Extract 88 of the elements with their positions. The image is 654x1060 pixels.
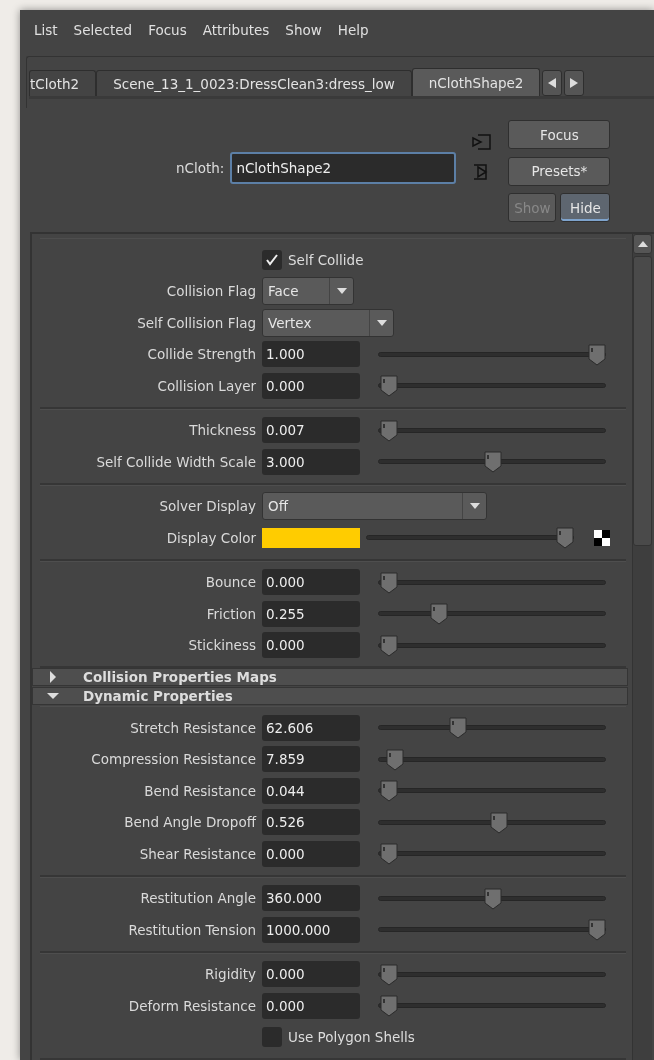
value-field[interactable]: 0.007: [262, 417, 360, 444]
attribute-label: Compression Resistance: [90, 751, 256, 768]
value-field[interactable]: 360.000: [262, 885, 360, 912]
triangle-up-icon[interactable]: [637, 241, 648, 247]
slider-handle[interactable]: [483, 887, 503, 910]
slider-handle[interactable]: [379, 571, 399, 594]
caret-icon: [469, 503, 480, 510]
tab[interactable]: nClothShape2: [411, 68, 541, 96]
attribute-label: Friction: [205, 605, 256, 622]
slider-handle[interactable]: [379, 963, 399, 986]
slider-handle[interactable]: [379, 843, 399, 866]
slider-handle[interactable]: [379, 419, 399, 442]
attribute-label: Bend Angle Dropoff: [123, 814, 256, 831]
attribute-label: Restitution Tension: [127, 921, 256, 938]
menu-item[interactable]: Show: [277, 22, 330, 38]
arrow-bracket-icon[interactable]: [472, 132, 493, 152]
value-field[interactable]: 0.000: [262, 840, 360, 867]
value-field[interactable]: 0.526: [262, 809, 360, 836]
scroll-left-button[interactable]: [542, 70, 563, 96]
value-field[interactable]: 3.000: [262, 448, 360, 475]
slider-handle[interactable]: [483, 451, 503, 474]
checkbox-label: Use Polygon Shells: [288, 1029, 415, 1046]
dropdown[interactable]: Vertex: [262, 308, 394, 337]
value-field[interactable]: 62.606: [262, 714, 360, 741]
slider-handle[interactable]: [379, 634, 399, 657]
attribute-label: Collide Strength: [146, 346, 256, 363]
attribute-label: Collision Flag: [165, 283, 256, 300]
attribute-label: Restitution Angle: [139, 890, 256, 907]
section-header[interactable]: Collision Properties Maps: [32, 668, 628, 686]
button[interactable]: Focus: [508, 120, 611, 149]
attribute-label: Collision Layer: [156, 377, 256, 394]
attribute-label: Self Collision Flag: [136, 314, 256, 331]
slider-handle[interactable]: [385, 748, 406, 771]
attribute-label: Self Collide Width Scale: [95, 453, 256, 470]
value-field[interactable]: 0.000: [262, 569, 360, 596]
dropdown[interactable]: Face: [262, 277, 354, 306]
triangle-left-icon: [548, 78, 557, 88]
caret-icon: [376, 319, 387, 326]
checker-icon[interactable]: [594, 529, 610, 546]
menu-item[interactable]: Selected: [65, 22, 141, 38]
value-field[interactable]: 0.000: [262, 992, 360, 1019]
scroll-right-button[interactable]: [564, 70, 585, 96]
button[interactable]: Presets*: [508, 156, 611, 186]
menu-item[interactable]: Attributes: [194, 22, 278, 38]
menu-item[interactable]: List: [26, 22, 66, 38]
tab[interactable]: tCloth2: [29, 70, 97, 96]
color-swatch[interactable]: [262, 527, 360, 548]
caret-icon: [336, 288, 347, 295]
button[interactable]: Hide: [560, 193, 611, 223]
value-field[interactable]: 1.000: [262, 341, 360, 368]
slider-handle[interactable]: [379, 780, 399, 803]
value-field[interactable]: 7.859: [262, 746, 360, 773]
value-field[interactable]: 0.000: [262, 372, 360, 399]
slider-handle[interactable]: [587, 919, 607, 942]
slider-handle[interactable]: [379, 375, 399, 398]
tab[interactable]: Scene_13_1_0023:DressClean3:dress_low: [96, 70, 412, 96]
checkbox-label: Self Collide: [288, 251, 364, 268]
slider-handle[interactable]: [489, 811, 510, 834]
attribute-label: Shear Resistance: [138, 845, 256, 862]
dropdown[interactable]: Off: [262, 492, 487, 521]
slider-handle[interactable]: [447, 717, 468, 740]
attribute-label: Bend Resistance: [143, 782, 256, 799]
value-field[interactable]: 0.000: [262, 632, 360, 659]
value-field[interactable]: 1000.000: [262, 916, 360, 943]
node-name-field[interactable]: nClothShape2: [230, 152, 457, 184]
checkbox[interactable]: [262, 1027, 282, 1048]
scrollbar[interactable]: [632, 234, 652, 1060]
checkbox[interactable]: [262, 249, 282, 270]
attribute-label: Stickiness: [187, 637, 256, 654]
value-field[interactable]: 0.044: [262, 777, 360, 804]
slider-handle[interactable]: [428, 603, 449, 626]
attribute-label: Rigidity: [203, 966, 256, 983]
menu-item[interactable]: Focus: [140, 22, 195, 38]
slider-handle[interactable]: [555, 527, 575, 550]
value-field[interactable]: 0.000: [262, 961, 360, 988]
attribute-label: Display Color: [165, 529, 256, 546]
section-header[interactable]: Dynamic Properties: [32, 687, 628, 705]
attribute-label: Bounce: [204, 574, 256, 591]
triangle-right-icon: [570, 78, 579, 88]
slider-handle[interactable]: [587, 343, 607, 366]
attribute-label: Thickness: [188, 422, 256, 439]
menu-item[interactable]: Help: [329, 22, 377, 38]
attribute-label: Deform Resistance: [127, 997, 256, 1014]
slider-handle[interactable]: [379, 995, 399, 1018]
attribute-label: Stretch Resistance: [129, 719, 256, 736]
node-label: nCloth:: [176, 160, 225, 176]
value-field[interactable]: 0.255: [262, 600, 360, 627]
attribute-label: Solver Display: [158, 498, 256, 515]
